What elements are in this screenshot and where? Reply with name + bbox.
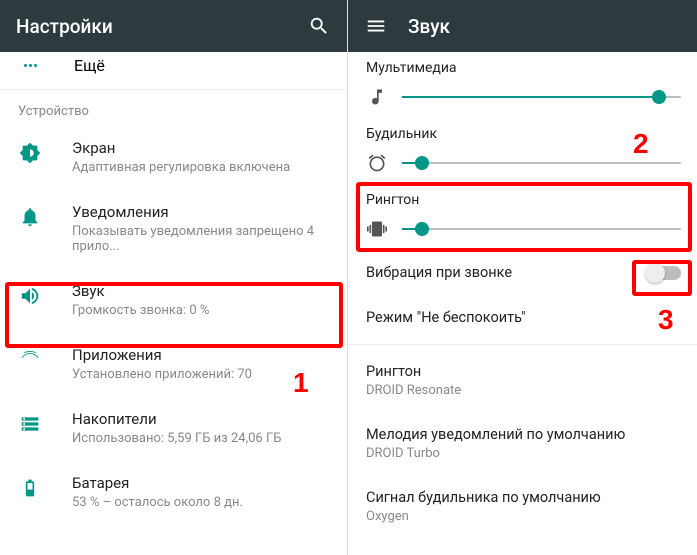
row-notifications[interactable]: Уведомления Показывать уведомления запре… [0,189,347,268]
battery-icon [18,476,42,500]
setting-title: Мелодия уведомлений по умолчанию [366,426,681,443]
row-notification-sound[interactable]: Мелодия уведомлений по умолчанию DROID T… [348,412,697,475]
vibration-icon [366,218,388,240]
appbar-title: Настройки [16,15,307,38]
row-display[interactable]: Экран Адаптивная регулировка включена [0,125,347,189]
row-alarm-sound[interactable]: Сигнал будильника по умолчанию Oxygen [348,475,697,538]
setting-title: Режим "Не беспокоить" [366,309,681,326]
slider-label: Рингтон [366,192,681,208]
row-title: Накопители [72,410,331,428]
row-battery[interactable]: Батарея 53 % – осталось около 8 дн. [0,460,347,524]
menu-icon[interactable] [364,14,388,38]
annotation-3: 3 [658,304,674,336]
row-sub: Громкость звонка: 0 % [72,303,331,318]
row-title: Звук [72,282,331,300]
row-ringtone[interactable]: Рингтон DROID Resonate [348,349,697,412]
appbar-title: Звук [408,15,681,38]
alarm-icon [366,152,388,174]
search-icon[interactable] [307,14,331,38]
more-row[interactable]: Ещё [0,52,347,85]
slider-ringtone: Рингтон [348,184,697,250]
appbar-right: Звук [348,0,697,52]
row-storage[interactable]: Накопители Использовано: 5,59 ГБ из 24,0… [0,396,347,460]
appbar-left: Настройки [0,0,347,52]
row-sub: Использовано: 5,59 ГБ из 24,06 ГБ [72,431,331,446]
slider-label: Мультимедиа [366,60,681,76]
setting-title: Вибрация при звонке [366,264,647,281]
setting-title: Сигнал будильника по умолчанию [366,489,681,506]
row-sound[interactable]: Звук Громкость звонка: 0 % [0,268,347,332]
storage-icon [18,412,42,436]
row-dnd[interactable]: Режим "Не беспокоить" [348,295,697,340]
display-icon [18,141,42,165]
slider-media: Мультимедиа [348,52,697,118]
row-sub: Показывать уведомления запрещено 4 прило… [72,224,331,254]
divider [0,89,347,90]
bell-icon [18,205,42,229]
volume-icon [18,284,42,308]
sound-pane: Звук Мультимедиа Будильник Рингтон [348,0,697,555]
toggle-switch[interactable] [647,266,681,280]
row-sub: Адаптивная регулировка включена [72,160,331,175]
volume-slider[interactable] [402,228,681,230]
row-title: Батарея [72,474,331,492]
divider [348,344,697,345]
row-title: Приложения [72,346,331,364]
annotation-2: 2 [633,128,649,160]
row-title: Экран [72,139,331,157]
setting-sub: DROID Resonate [366,383,681,398]
annotation-1: 1 [293,367,309,399]
music-note-icon [366,86,388,108]
volume-slider[interactable] [402,96,681,98]
row-sub: 53 % – осталось около 8 дн. [72,495,331,510]
more-label: Ещё [74,56,105,75]
settings-pane: Настройки Ещё Устройство Экран Адаптивна… [0,0,348,555]
setting-sub: Oxygen [366,509,681,524]
setting-title: Рингтон [366,363,681,380]
volume-slider[interactable] [402,162,681,164]
section-label: Устройство [0,94,347,125]
row-title: Уведомления [72,203,331,221]
more-icon [24,64,44,67]
settings-list: Экран Адаптивная регулировка включена Ув… [0,125,347,524]
setting-sub: DROID Turbo [366,446,681,461]
row-vibrate-on-call[interactable]: Вибрация при звонке [348,250,697,295]
apps-icon [18,348,42,372]
